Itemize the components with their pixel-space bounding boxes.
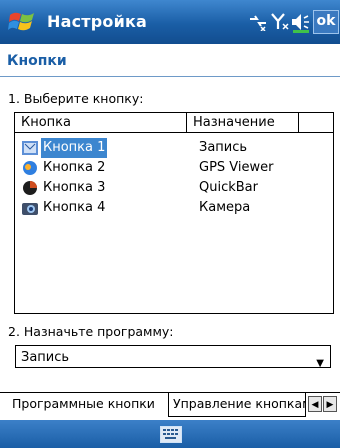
button-assignment: GPS Viewer [199, 160, 274, 175]
camera-icon [22, 203, 38, 215]
list-item[interactable]: Кнопка 3 QuickBar [15, 178, 333, 198]
column-header-assignment[interactable]: Назначение [187, 113, 299, 133]
buttons-list[interactable]: Кнопка Назначение Кнопка 1 Запись Кнопка… [14, 112, 334, 314]
list-item[interactable]: Кнопка 4 Камера [15, 198, 333, 218]
tab-button-management[interactable]: Управление кнопками [168, 393, 306, 417]
program-select-value: Запись [21, 350, 70, 365]
tab-program-buttons[interactable]: Программные кнопки [8, 393, 167, 417]
program-select[interactable]: Запись ▼ [15, 345, 331, 369]
list-item[interactable]: Кнопка 1 Запись [15, 138, 333, 158]
record-icon [22, 141, 38, 155]
button-name: Кнопка 4 [43, 200, 106, 215]
window-title: Настройка [47, 12, 148, 31]
title-bar: Настройка ok [0, 0, 340, 44]
signal-icon[interactable] [270, 11, 290, 35]
dropdown-arrow-icon[interactable]: ▼ [316, 352, 324, 375]
button-name: Кнопка 3 [43, 180, 106, 195]
windows-start-icon[interactable] [8, 9, 36, 35]
page-title: Кнопки [7, 53, 67, 69]
button-assignment: Камера [199, 200, 251, 215]
button-name: Кнопка 1 [41, 138, 108, 158]
column-header-empty [299, 113, 333, 133]
column-header-button[interactable]: Кнопка [15, 113, 187, 133]
button-assignment: QuickBar [199, 180, 258, 195]
tab-scroll-left-icon[interactable]: ◀ [308, 396, 322, 412]
button-name: Кнопка 2 [43, 160, 106, 175]
tab-strip: Программные кнопки Управление кнопками ◀… [0, 392, 340, 417]
ok-button[interactable]: ok [313, 10, 339, 34]
select-button-label: 1. Выберите кнопку: [8, 91, 144, 106]
assign-program-label: 2. Назначьте программу: [8, 324, 174, 339]
volume-icon[interactable] [290, 11, 312, 37]
quickbar-icon [23, 181, 37, 195]
list-item[interactable]: Кнопка 2 GPS Viewer [15, 158, 333, 178]
connectivity-icon[interactable] [248, 11, 268, 35]
tab-scroll-right-icon[interactable]: ▶ [323, 396, 337, 412]
button-assignment: Запись [199, 140, 248, 155]
keyboard-icon[interactable] [160, 426, 182, 443]
title-divider [0, 76, 340, 77]
gps-icon [23, 161, 37, 175]
command-bar [0, 420, 340, 448]
